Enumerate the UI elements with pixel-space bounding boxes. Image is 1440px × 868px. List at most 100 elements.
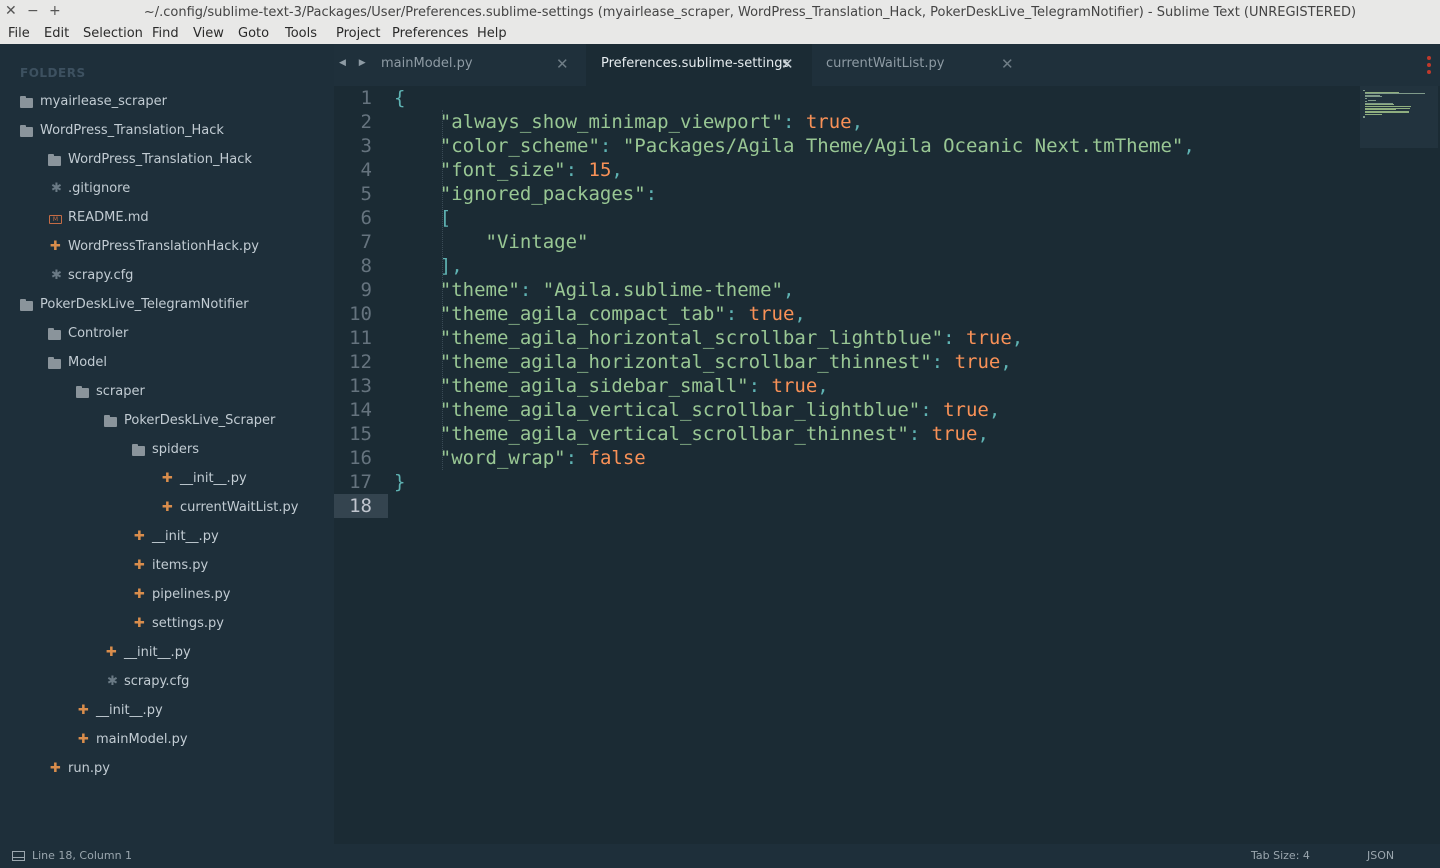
sidebar-item-label: spiders [152,442,200,457]
folder-icon [20,96,33,108]
markdown-file-icon: M [49,215,62,224]
sidebar-item-label: WordPress_Translation_Hack [68,152,252,167]
python-file-icon: ✚ [162,500,173,515]
sidebar-item-label: .gitignore [68,181,131,196]
menu-goto[interactable]: Goto [238,26,269,41]
window-title: ~/.config/sublime-text-3/Packages/User/P… [143,5,1357,20]
generic-file-icon: ✱ [51,268,62,283]
menu-find[interactable]: Find [152,26,179,41]
python-file-icon: ✚ [78,703,89,718]
folder-open-icon [20,125,33,137]
minimap-line [1363,117,1365,119]
code-line[interactable]: "theme_agila_vertical_scrollbar_thinnest… [394,422,989,446]
line-number: 6 [360,207,372,229]
tab-size-indicator[interactable]: Tab Size: 4 [1251,849,1310,862]
folder-open-icon [20,299,33,311]
status-bar: Line 18, Column 1 Tab Size: 4 JSON [0,844,1440,868]
line-number: 7 [360,231,372,253]
code-line[interactable]: "theme_agila_horizontal_scrollbar_thinne… [394,350,1012,374]
menu-project[interactable]: Project [336,26,380,41]
line-number: 14 [349,399,372,421]
sidebar-item-label: README.md [68,210,149,225]
line-number: 12 [349,351,372,373]
sidebar-item-label: Controler [68,326,129,341]
line-number: 8 [360,255,372,277]
python-file-icon: ✚ [162,471,173,486]
code-line[interactable]: "theme": "Agila.sublime-theme", [394,278,795,302]
sidebar-item-label: scrapy.cfg [124,674,190,689]
python-file-icon: ✚ [134,616,145,631]
code-line[interactable]: } [394,470,405,494]
line-number: 15 [349,423,372,445]
menu-tools[interactable]: Tools [285,26,317,41]
sidebar-item-label: __init__.py [96,703,163,718]
generic-file-icon: ✱ [51,181,62,196]
sidebar-item-label: PokerDeskLive_TelegramNotifier [40,297,249,312]
sidebar-item-label: __init__.py [124,645,191,660]
tab-label: Preferences.sublime-settings [601,56,790,71]
sidebar-item-label: __init__.py [180,471,247,486]
folder-icon [48,328,61,340]
minimap[interactable] [1360,86,1438,148]
code-line[interactable]: "word_wrap": false [394,446,646,470]
sidebar-item-label: items.py [152,558,209,573]
minimap-line [1367,99,1376,101]
sidebar-item-label: settings.py [152,616,224,631]
menu-help[interactable]: Help [477,26,507,41]
line-number: 10 [349,303,372,325]
folder-open-icon [104,415,117,427]
menu-preferences[interactable]: Preferences [392,26,468,41]
menu-selection[interactable]: Selection [83,26,143,41]
line-number: 1 [360,87,372,109]
code-line[interactable]: "theme_agila_horizontal_scrollbar_lightb… [394,326,1023,350]
code-line[interactable]: "ignored_packages": [394,182,657,206]
tab-bar: mainModel.py ✕ Preferences.sublime-setti… [334,44,1440,86]
line-number: 4 [360,159,372,181]
minimap-line [1365,114,1382,115]
code-line[interactable]: "font_size": 15, [394,158,623,182]
sidebar-item-label: myairlease_scraper [40,94,167,109]
tab-preferences-sublime-settings[interactable]: Preferences.sublime-settings ✕ [586,44,812,86]
code-line[interactable]: { [394,86,405,110]
line-number: 17 [349,471,372,493]
more-menu-icon[interactable] [1427,56,1432,77]
line-number: 5 [360,183,372,205]
close-icon[interactable]: ✕ [556,55,569,73]
menu-view[interactable]: View [193,26,224,41]
tab-label: currentWaitList.py [826,56,945,71]
syntax-indicator[interactable]: JSON [1367,849,1394,862]
menu-edit[interactable]: Edit [44,26,69,41]
code-line[interactable]: ], [394,254,463,278]
sidebar-item-label: currentWaitList.py [180,500,299,515]
python-file-icon: ✚ [134,558,145,573]
code-line[interactable]: "color_scheme": "Packages/Agila Theme/Ag… [394,134,1195,158]
code-line[interactable]: "always_show_minimap_viewport": true, [394,110,863,134]
sidebar-item-label: __init__.py [152,529,219,544]
code-line[interactable]: "Vintage" [394,230,589,254]
close-icon[interactable]: ✕ [1001,55,1014,73]
sidebar-item-label: pipelines.py [152,587,231,602]
code-editor[interactable]: 1 2 3 4 5 6 7 8 9 10 11 12 13 14 15 16 17 18 { "always_sh… [334,86,1440,844]
sidebar: FOLDERS myairlease_scraper WordPress_Tra… [0,44,334,844]
tab-currentwaitlist-py[interactable]: currentWaitList.py ✕ [826,44,1026,86]
line-number: 3 [360,135,372,157]
code-line[interactable]: "theme_agila_compact_tab": true, [394,302,806,326]
python-file-icon: ✚ [106,645,117,660]
sidebar-item-label: WordPress_Translation_Hack [40,123,224,138]
panel-toggle-icon[interactable] [12,851,25,861]
cursor-position: Line 18, Column 1 [32,849,133,862]
menu-file[interactable]: File [8,26,30,41]
tab-mainmodel-py[interactable]: mainModel.py ✕ [381,44,587,86]
folder-open-icon [48,357,61,369]
code-line[interactable]: "theme_agila_sidebar_small": true, [394,374,829,398]
folder-icon [48,154,61,166]
sidebar-item-label: scrapy.cfg [68,268,134,283]
line-number: 2 [360,111,372,133]
generic-file-icon: ✱ [107,674,118,689]
tab-nav-arrows-icon[interactable]: ◀ ▶ [339,58,371,68]
title-bar: ✕ − + ~/.config/sublime-text-3/Packages/… [0,0,1440,25]
python-file-icon: ✚ [78,732,89,747]
code-line[interactable]: "theme_agila_vertical_scrollbar_lightblu… [394,398,1001,422]
line-number: 13 [349,375,372,397]
close-icon[interactable]: ✕ [781,55,794,73]
